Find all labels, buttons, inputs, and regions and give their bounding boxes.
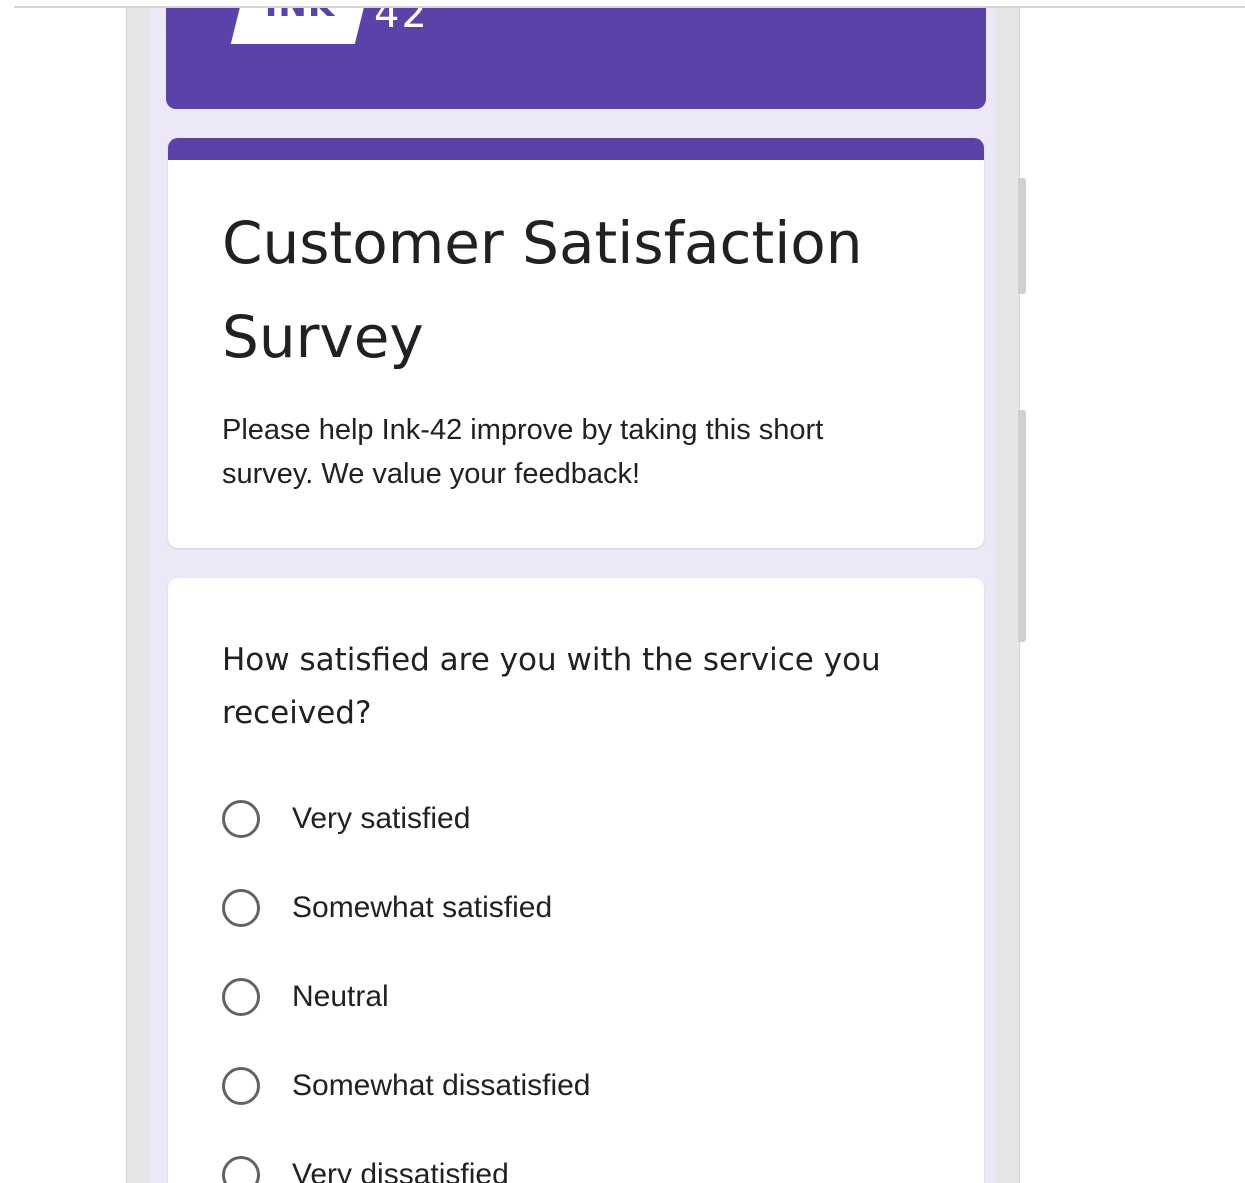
radio-option[interactable]: Very dissatisfied <box>222 1152 922 1183</box>
radio-option-label[interactable]: Very satisfied <box>292 796 470 842</box>
page: INK 42 Customer Satisfaction Survey Plea… <box>0 0 1245 1183</box>
logo-text: INK <box>238 8 362 44</box>
radio-option-label[interactable]: Somewhat satisfied <box>292 885 552 931</box>
phone-side-button <box>1018 410 1026 642</box>
radio-button[interactable] <box>222 800 260 838</box>
question-card: How satisfied are you with the service y… <box>168 578 984 1183</box>
radio-option[interactable]: Neutral <box>222 974 922 1063</box>
radio-button[interactable] <box>222 1067 260 1105</box>
form-title-card: Customer Satisfaction Survey Please help… <box>168 138 984 548</box>
radio-option[interactable]: Somewhat dissatisfied <box>222 1063 922 1152</box>
radio-option-label[interactable]: Very dissatisfied <box>292 1152 509 1183</box>
logo: INK <box>230 8 370 44</box>
radio-group: Very satisfied Somewhat satisfied Neutra… <box>222 796 922 1183</box>
radio-button[interactable] <box>222 889 260 927</box>
logo-number: 42 <box>374 8 429 37</box>
radio-option[interactable]: Very satisfied <box>222 796 922 885</box>
form-title: Customer Satisfaction Survey <box>222 209 863 371</box>
radio-button[interactable] <box>222 978 260 1016</box>
radio-button[interactable] <box>222 1156 260 1183</box>
header-banner: INK 42 <box>166 8 986 109</box>
radio-option-label[interactable]: Somewhat dissatisfied <box>292 1063 590 1109</box>
radio-option[interactable]: Somewhat satisfied <box>222 885 922 974</box>
form-description: Please help Ink-42 improve by taking thi… <box>222 414 824 490</box>
phone-side-button <box>1018 178 1026 294</box>
radio-option-label[interactable]: Neutral <box>292 974 389 1020</box>
question-text: How satisfied are you with the service y… <box>222 642 881 731</box>
